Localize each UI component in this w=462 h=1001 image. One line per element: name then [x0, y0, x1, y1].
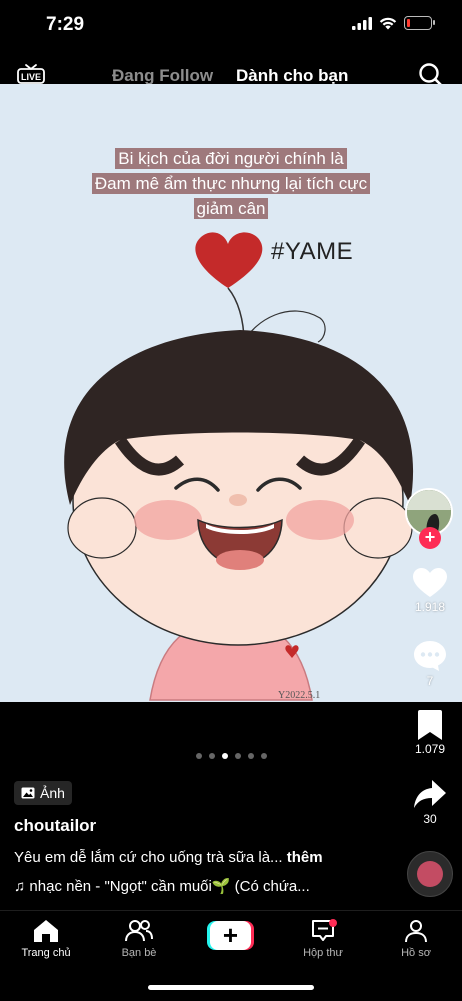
- photo-mode-badge: Ảnh: [14, 781, 72, 805]
- live-label: LIVE: [21, 72, 41, 82]
- battery-icon: [404, 16, 435, 30]
- like-button[interactable]: 1.918: [405, 568, 455, 614]
- nav-friends-label: Bạn bè: [121, 947, 157, 959]
- follow-button[interactable]: +: [419, 527, 441, 549]
- nav-home[interactable]: Trang chủ: [6, 919, 86, 959]
- live-icon[interactable]: LIVE: [17, 62, 45, 84]
- caption-line-2: Đam mê ẩm thực nhưng lại tích cực: [91, 173, 371, 194]
- image-icon: [21, 787, 35, 799]
- post-description[interactable]: Yêu em dễ lắm cứ cho uống trà sữa là... …: [14, 849, 394, 866]
- comment-icon: [414, 641, 446, 671]
- create-post-button[interactable]: +: [207, 921, 254, 950]
- music-ticker[interactable]: ♫ nhạc nền - "Ngọt" cần muối🌱 (Có chứa..…: [14, 877, 394, 895]
- like-count: 1.918: [414, 600, 446, 614]
- music-cover-image: [417, 861, 443, 887]
- status-time: 7:29: [46, 14, 85, 35]
- see-more-link[interactable]: thêm: [287, 849, 323, 866]
- nav-inbox-label: Hộp thư: [303, 947, 343, 959]
- nav-profile-label: Hồ sơ: [401, 947, 431, 959]
- share-count: 30: [423, 812, 437, 826]
- slide-dot: [235, 753, 241, 759]
- share-arrow-icon: [414, 780, 446, 808]
- nav-inbox[interactable]: Hộp thư: [283, 919, 363, 959]
- slide-dot: [261, 753, 267, 759]
- music-disc[interactable]: [407, 851, 453, 897]
- tab-for-you[interactable]: Dành cho bạn: [236, 66, 348, 86]
- slide-dot: [196, 753, 202, 759]
- slide-pagination: [196, 753, 267, 759]
- plus-icon: +: [210, 921, 251, 950]
- slide-dot: [209, 753, 215, 759]
- heart-icon: [413, 568, 447, 597]
- cellular-signal-icon: [352, 16, 372, 30]
- inbox-notification-dot: [329, 919, 337, 927]
- slide-dot: [248, 753, 254, 759]
- comment-count: 7: [426, 674, 434, 688]
- caption-line-1: Bi kịch của đời người chính là: [115, 148, 347, 169]
- music-note-icon: ♫: [14, 878, 26, 895]
- comment-button[interactable]: 7: [405, 640, 455, 688]
- creator-username[interactable]: choutailor: [14, 816, 96, 836]
- music-title: nhạc nền - "Ngọt" cần muối🌱 (Có chứa...: [29, 878, 310, 895]
- slide-dot: [222, 753, 228, 759]
- save-button[interactable]: 1.079: [405, 710, 455, 756]
- home-indicator: [148, 985, 314, 990]
- nav-profile[interactable]: Hồ sơ: [376, 919, 456, 959]
- profile-icon: [405, 920, 427, 943]
- hashtag-overlay: #YAME: [271, 238, 354, 265]
- caption-overlay: Bi kịch của đời người chính là Đam mê ẩm…: [0, 146, 462, 221]
- artist-signature: Y2022.5.1: [278, 690, 320, 701]
- nav-friends[interactable]: Bạn bè: [99, 919, 179, 959]
- share-button[interactable]: 30: [405, 780, 455, 826]
- caption-line-3: giảm cân: [193, 198, 269, 219]
- wifi-icon: [379, 17, 397, 29]
- description-text: Yêu em dễ lắm cứ cho uống trà sữa là...: [14, 849, 283, 866]
- bookmark-icon: [418, 710, 442, 740]
- friends-icon: [125, 920, 153, 942]
- home-icon: [34, 920, 58, 942]
- tab-following[interactable]: Đang Follow: [112, 66, 213, 86]
- nav-home-label: Trang chủ: [21, 947, 71, 959]
- status-icons: [352, 16, 435, 30]
- save-count: 1.079: [414, 742, 446, 756]
- photo-badge-label: Ảnh: [40, 785, 65, 801]
